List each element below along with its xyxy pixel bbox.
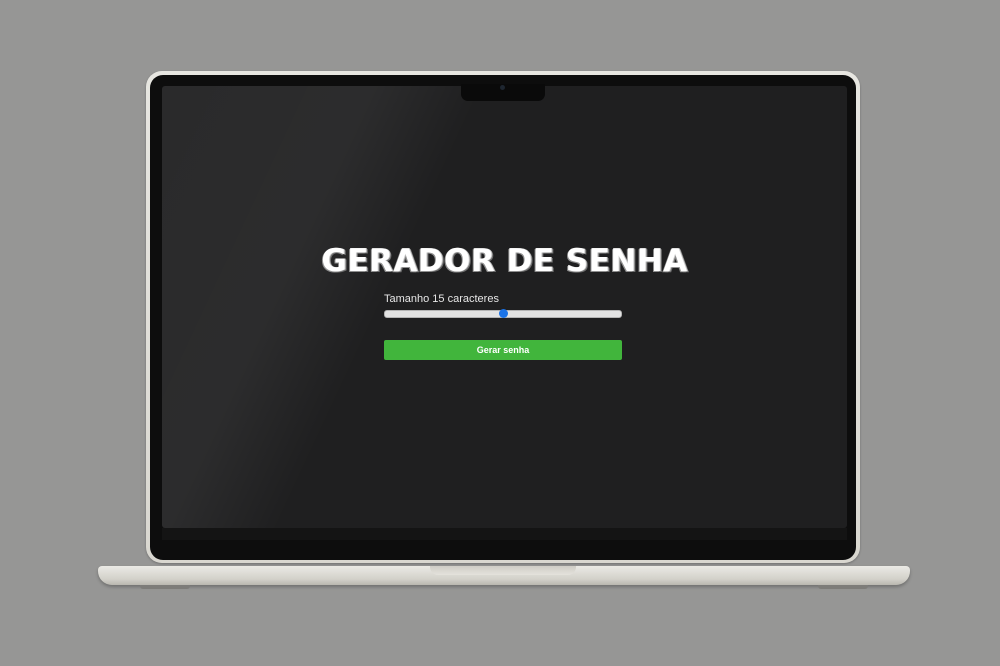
- password-length-label: Tamanho 15 caracteres: [384, 293, 499, 305]
- laptop-foot-right: [818, 585, 868, 589]
- laptop-foot-left: [140, 585, 190, 589]
- page-title: GERADOR DE SENHA: [321, 243, 688, 279]
- app-screen: [162, 86, 847, 528]
- generate-password-button[interactable]: Gerar senha: [384, 340, 622, 360]
- slider-thumb[interactable]: [499, 309, 508, 318]
- screen-bottom-edge: [162, 528, 847, 540]
- lid-opening-notch: [430, 566, 576, 575]
- laptop-mockup: GERADOR DE SENHA Tamanho 15 caracteres G…: [0, 0, 1000, 666]
- webcam-icon: [500, 85, 505, 90]
